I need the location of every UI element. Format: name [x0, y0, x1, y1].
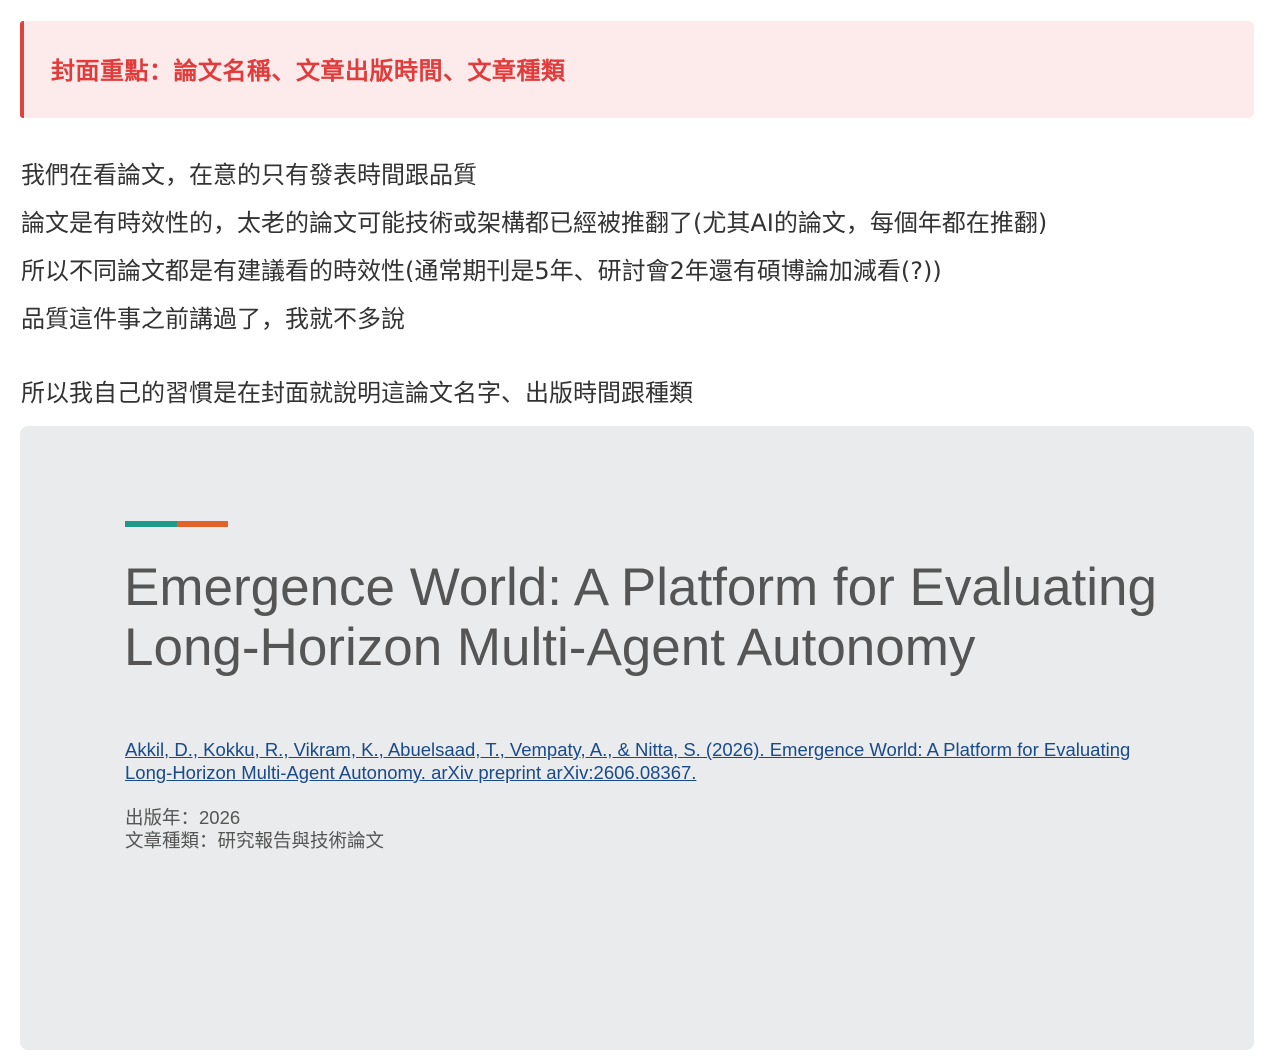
closing-paragraph: 所以我自己的習慣是在封面就說明這論文名字、出版時間跟種類	[21, 379, 693, 407]
paragraph-line: 品質這件事之前講過了，我就不多說	[21, 305, 405, 333]
article-type: 文章種類：研究報告與技術論文	[125, 830, 385, 851]
key-point-callout: 封面重點：論文名稱、文章出版時間、文章種類	[20, 21, 1254, 118]
paper-title: Emergence World: A Platform for Evaluati…	[124, 558, 1184, 678]
paper-title-line-1: Emergence World: A Platform for Evaluati…	[124, 558, 1158, 617]
paragraph-line: 所以不同論文都是有建議看的時效性(通常期刊是5年、研討會2年還有碩博論加減看(?…	[21, 257, 942, 285]
paragraph-line: 我們在看論文，在意的只有發表時間跟品質	[21, 161, 477, 189]
orange-accent-bar	[177, 521, 228, 527]
cover-slide-image: Emergence World: A Platform for Evaluati…	[20, 426, 1254, 1050]
paragraph-line: 論文是有時效性的，太老的論文可能技術或架構都已經被推翻了(尤其AI的論文，每個年…	[21, 209, 1048, 237]
citation-link[interactable]: Akkil, D., Kokku, R., Vikram, K., Abuels…	[125, 738, 1165, 784]
callout-heading: 封面重點：論文名稱、文章出版時間、文章種類	[51, 57, 566, 85]
publish-year: 出版年：2026	[125, 807, 241, 828]
teal-accent-bar	[125, 521, 177, 527]
paper-title-line-2: Long-Horizon Multi-Agent Autonomy	[124, 618, 976, 677]
